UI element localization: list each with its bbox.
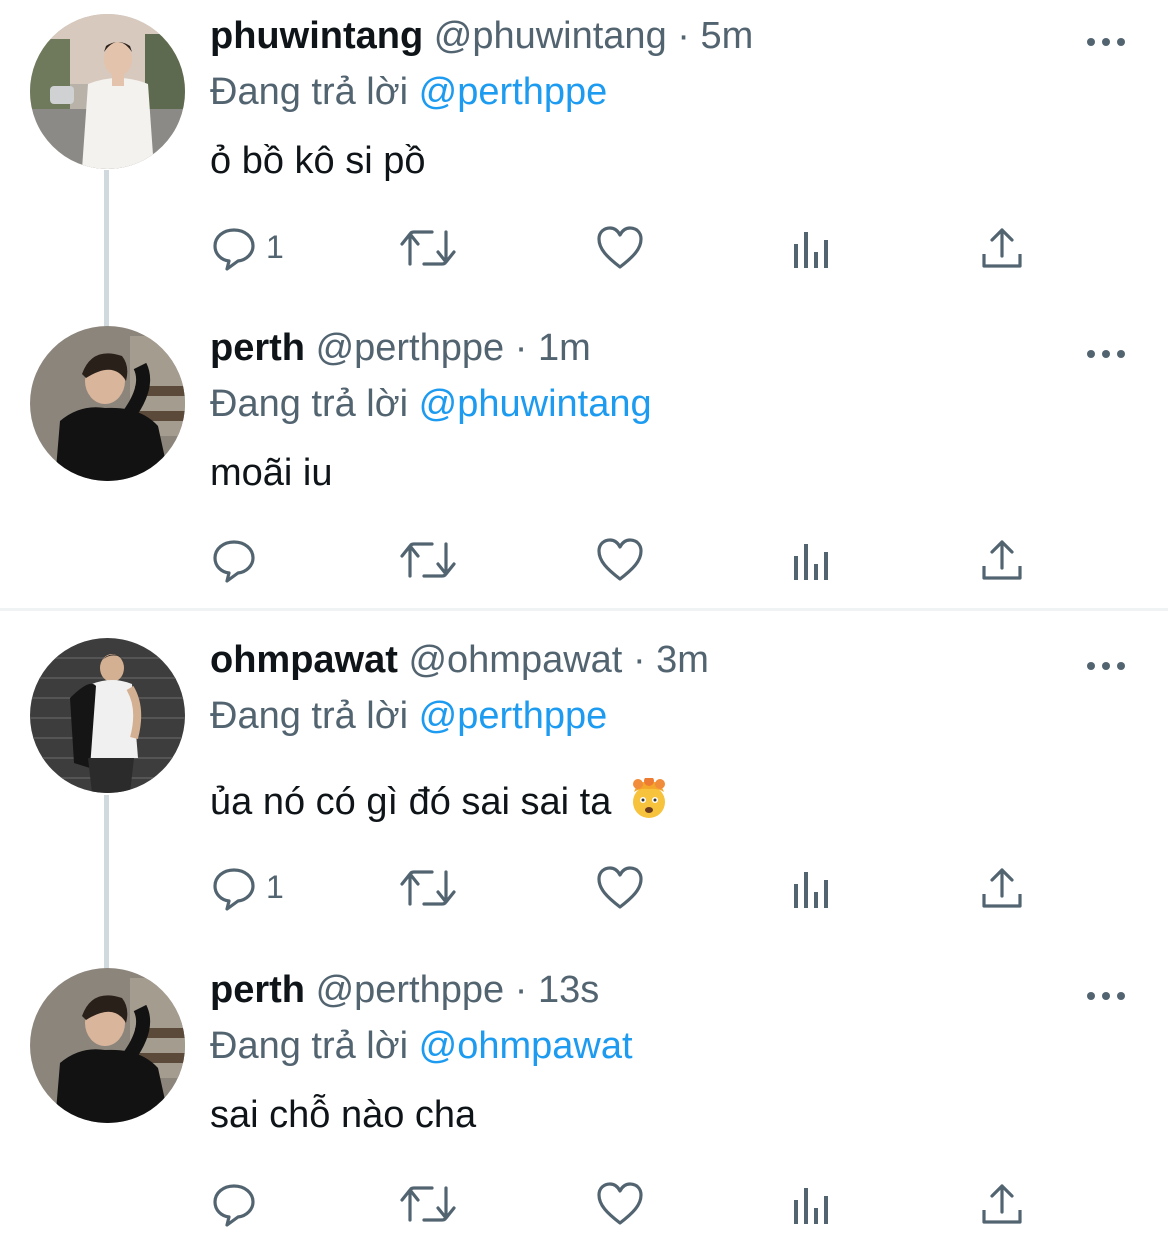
replying-to-label: Đang trả lời <box>210 695 409 737</box>
share-icon <box>980 864 1024 917</box>
replying-to-label: Đang trả lời <box>210 383 409 425</box>
analytics-button[interactable] <box>790 1176 834 1236</box>
retweet-button[interactable] <box>398 220 458 280</box>
reply-count: 1 <box>266 228 284 265</box>
user-handle[interactable]: @ohmpawat <box>408 639 622 681</box>
share-button[interactable] <box>980 860 1024 920</box>
heart-icon <box>595 864 645 917</box>
more-icon[interactable] <box>1084 644 1128 688</box>
replying-to-label: Đang trả lời <box>210 1025 409 1067</box>
display-name[interactable]: perth <box>210 969 305 1011</box>
display-name[interactable]: perth <box>210 327 305 369</box>
user-handle[interactable]: @phuwintang <box>434 15 667 57</box>
heart-icon <box>595 224 645 277</box>
like-button[interactable] <box>595 220 645 280</box>
action-bar: 1 <box>210 220 1060 280</box>
reply-icon <box>210 536 258 589</box>
action-bar: 1 <box>210 860 1060 920</box>
more-icon[interactable] <box>1084 974 1128 1018</box>
retweet-icon <box>398 536 458 589</box>
tweet[interactable]: perth @perthppe · 1m Đang trả lời @phuwi… <box>0 312 1168 608</box>
share-icon <box>980 536 1024 589</box>
action-bar <box>210 1176 1060 1236</box>
timestamp[interactable]: 13s <box>538 969 599 1011</box>
separator-dot: · <box>677 15 690 57</box>
reply-icon <box>210 864 258 917</box>
tweet-header: ohmpawat @ohmpawat · 3m <box>210 638 709 682</box>
retweet-button[interactable] <box>398 860 458 920</box>
reply-button[interactable] <box>210 532 266 592</box>
share-button[interactable] <box>980 1176 1024 1236</box>
like-button[interactable] <box>595 860 645 920</box>
user-handle[interactable]: @perthppe <box>316 969 505 1011</box>
like-button[interactable] <box>595 1176 645 1236</box>
tweet-text: ủa nó có gì đó sai sai ta <box>210 776 670 831</box>
retweet-button[interactable] <box>398 532 458 592</box>
reply-icon <box>210 1180 258 1233</box>
analytics-icon <box>790 1180 834 1233</box>
analytics-icon <box>790 536 834 589</box>
timestamp[interactable]: 3m <box>656 639 709 681</box>
analytics-button[interactable] <box>790 860 834 920</box>
separator-dot: · <box>632 639 646 681</box>
share-button[interactable] <box>980 532 1024 592</box>
separator-dot: · <box>514 327 528 369</box>
user-handle[interactable]: @perthppe <box>316 327 505 369</box>
heart-icon <box>595 536 645 589</box>
replying-to: Đang trả lời @phuwintang <box>210 382 652 426</box>
replying-to-handle[interactable]: @perthppe <box>419 71 608 113</box>
tweet-header: phuwintang @phuwintang · 5m <box>210 14 753 58</box>
reply-button[interactable]: 1 <box>210 860 284 920</box>
retweet-button[interactable] <box>398 1176 458 1236</box>
timestamp[interactable]: 1m <box>538 327 591 369</box>
tweet-text-content: ủa nó có gì đó sai sai ta <box>210 781 612 823</box>
avatar[interactable] <box>30 638 185 793</box>
replying-to-handle[interactable]: @perthppe <box>419 695 608 737</box>
share-icon <box>980 224 1024 277</box>
replying-to: Đang trả lời @ohmpawat <box>210 1024 633 1068</box>
tweet-header: perth @perthppe · 1m <box>210 326 591 370</box>
action-bar <box>210 532 1060 592</box>
share-icon <box>980 1180 1024 1233</box>
reply-button[interactable]: 1 <box>210 220 284 280</box>
replying-to: Đang trả lời @perthppe <box>210 70 607 114</box>
tweet-text: ỏ bồ kô si pồ <box>210 140 426 182</box>
avatar[interactable] <box>30 326 185 481</box>
more-icon[interactable] <box>1084 332 1128 376</box>
replying-to-handle[interactable]: @ohmpawat <box>419 1025 633 1067</box>
tweet-text: sai chỗ nào cha <box>210 1094 477 1136</box>
separator-dot: · <box>514 969 528 1011</box>
analytics-icon <box>790 224 834 277</box>
replying-to-handle[interactable]: @phuwintang <box>419 383 652 425</box>
analytics-icon <box>790 864 834 917</box>
analytics-button[interactable] <box>790 220 834 280</box>
reply-icon <box>210 224 258 277</box>
timestamp[interactable]: 5m <box>701 15 754 57</box>
tweet-header: perth @perthppe · 13s <box>210 968 599 1012</box>
heart-icon <box>595 1180 645 1233</box>
tweet[interactable]: phuwintang @phuwintang · 5m Đang trả lời… <box>0 0 1168 310</box>
retweet-icon <box>398 1180 458 1233</box>
tweet[interactable]: perth @perthppe · 13s Đang trả lời @ohmp… <box>0 954 1168 1247</box>
retweet-icon <box>398 864 458 917</box>
display-name[interactable]: ohmpawat <box>210 639 398 681</box>
exploding-head-emoji <box>628 776 670 831</box>
avatar[interactable] <box>30 14 185 169</box>
replying-to: Đang trả lời @perthppe <box>210 694 607 738</box>
reply-count: 1 <box>266 868 284 905</box>
tweet-text: moãi iu <box>210 452 333 494</box>
tweet[interactable]: ohmpawat @ohmpawat · 3m Đang trả lời @pe… <box>0 624 1168 954</box>
more-icon[interactable] <box>1084 20 1128 64</box>
share-button[interactable] <box>980 220 1024 280</box>
conversation-separator <box>0 608 1168 611</box>
analytics-button[interactable] <box>790 532 834 592</box>
retweet-icon <box>398 224 458 277</box>
reply-button[interactable] <box>210 1176 266 1236</box>
display-name[interactable]: phuwintang <box>210 15 423 57</box>
replying-to-label: Đang trả lời <box>210 71 409 113</box>
like-button[interactable] <box>595 532 645 592</box>
avatar[interactable] <box>30 968 185 1123</box>
